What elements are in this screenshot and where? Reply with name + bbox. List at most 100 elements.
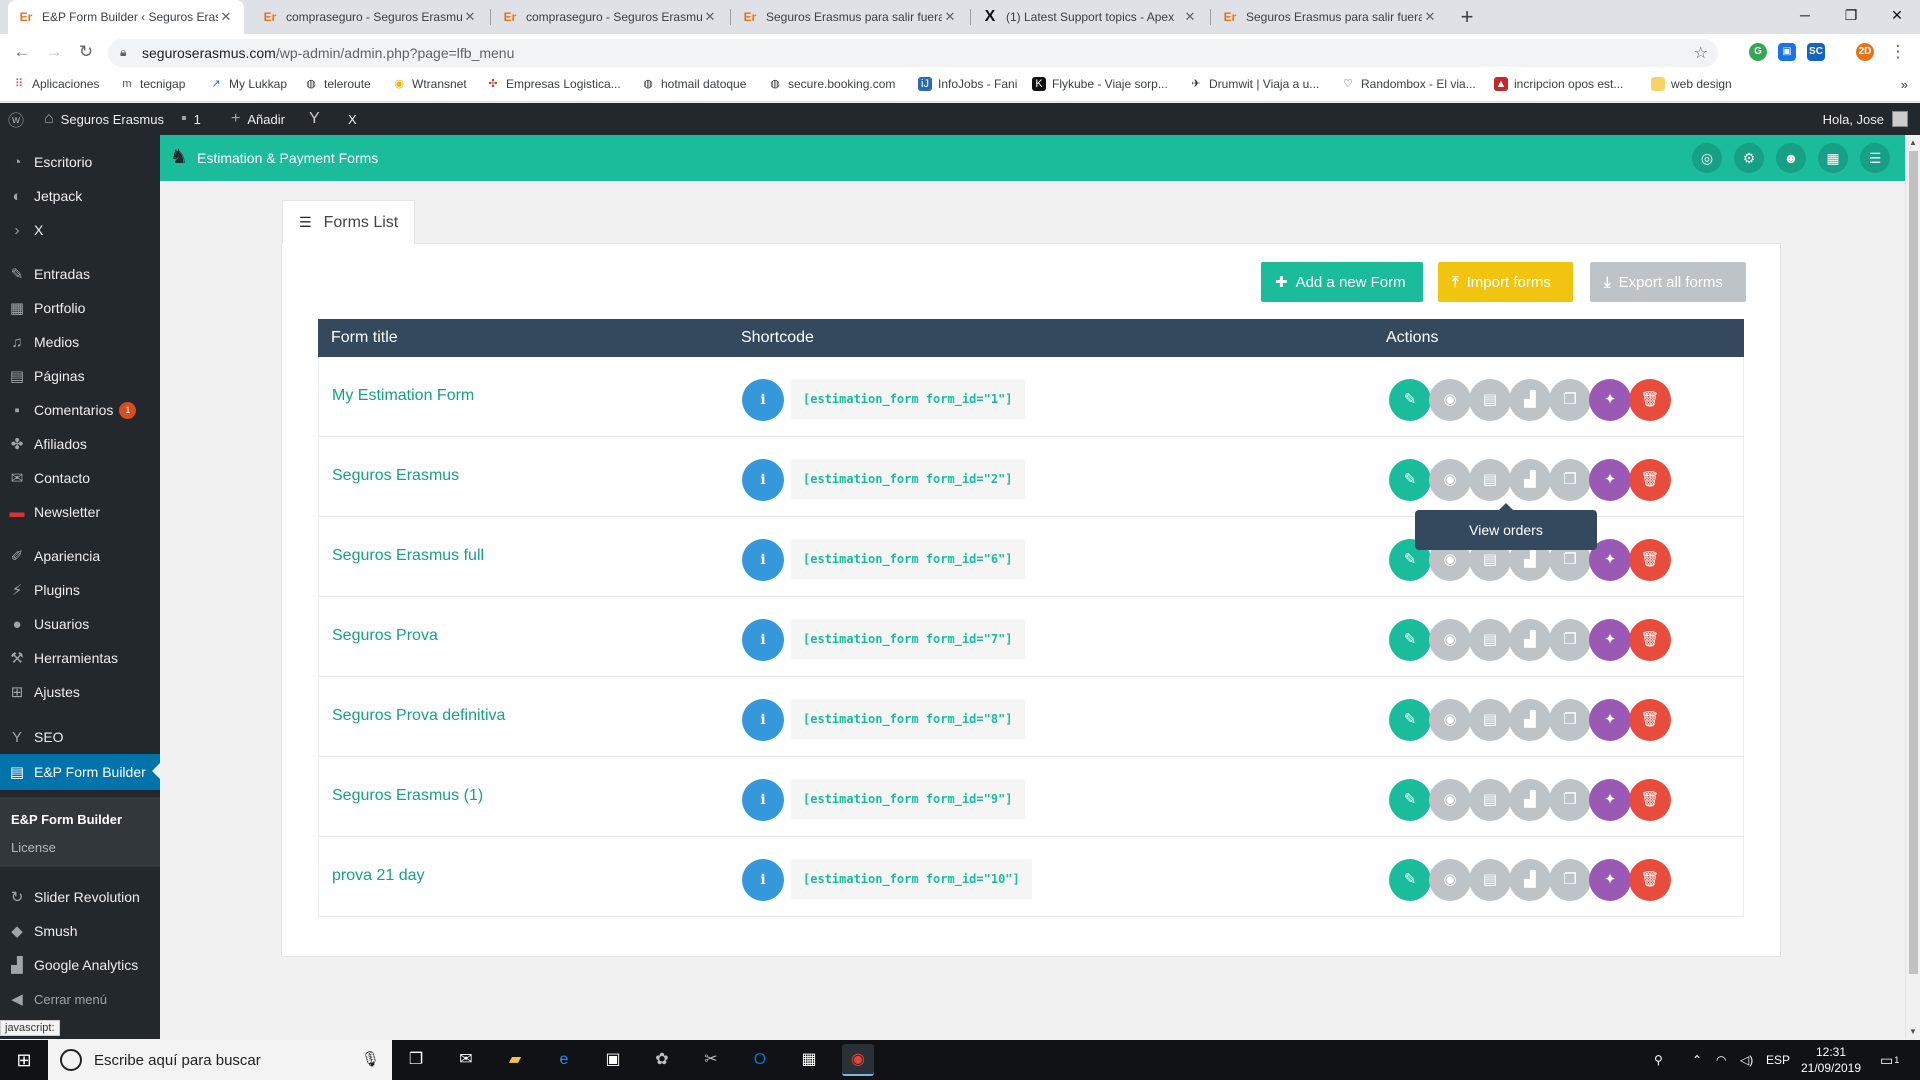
shortcode-info-icon[interactable]: i (742, 859, 784, 901)
view-orders-button[interactable]: ▤ (1469, 619, 1511, 661)
chrome-menu-icon[interactable]: ⋮ (1886, 40, 1910, 64)
bookmark-item[interactable]: ▲ incripcion opos est... (1494, 77, 1623, 91)
import-forms-button[interactable]: ⤒ Import forms (1438, 262, 1573, 302)
bookmark-item[interactable]: K Flykube - Viaje sorp... (1032, 77, 1168, 91)
shortcode-info-icon[interactable]: i (742, 779, 784, 821)
scroll-down-icon[interactable]: ▼ (1909, 1027, 1917, 1036)
edit-form-button[interactable]: ✎ (1389, 779, 1431, 821)
browser-tab[interactable]: Er E&P Form Builder ‹ Seguros Erasmus ✕ (8, 0, 244, 34)
sidebar-item-collapse[interactable]: ◀ Cerrar menú (0, 982, 160, 1016)
shortcode-text[interactable]: [estimation_form form_id="7"] (791, 619, 1025, 659)
users-icon[interactable]: ☻ (1776, 143, 1806, 173)
ai-wand-button[interactable]: ✦ (1589, 379, 1631, 421)
more-bookmarks-button[interactable]: » (1901, 77, 1908, 92)
sidebar-item-ep-form-builder[interactable]: ▤ E&P Form Builder (0, 754, 160, 790)
preview-form-button[interactable]: ◉ (1429, 619, 1471, 661)
sidebar-item-entradas[interactable]: ✎ Entradas (0, 257, 160, 291)
microphone-icon[interactable]: 🎙︎ (361, 1050, 380, 1068)
shortcode-text[interactable]: [estimation_form form_id="2"] (791, 459, 1025, 499)
windows-start-icon[interactable]: ⊞ (0, 1040, 48, 1080)
taskbar-search-input[interactable]: Escribe aquí para buscar 🎙︎ (48, 1040, 392, 1080)
shortcode-text[interactable]: [estimation_form form_id="9"] (791, 779, 1025, 819)
browser-tab[interactable]: Er Seguros Erasmus para salir fuera ✕ (1212, 0, 1448, 34)
snipping-icon[interactable]: ✂ (695, 1044, 727, 1076)
statistics-button[interactable]: ▟ (1509, 459, 1551, 501)
edit-form-button[interactable]: ✎ (1389, 859, 1431, 901)
submenu-item-ep-form-builder[interactable]: E&P Form Builder (11, 812, 122, 827)
taskbar-clock[interactable]: 12:31 21/09/2019 (1796, 1044, 1866, 1076)
shortcode-info-icon[interactable]: i (742, 699, 784, 741)
store-icon[interactable]: ▣ (597, 1044, 629, 1076)
chrome-icon[interactable]: ◉ (842, 1044, 874, 1076)
shortcode-text[interactable]: [estimation_form form_id="8"] (791, 699, 1025, 739)
browser-tab[interactable]: Er Seguros Erasmus para salir fuera ✕ (732, 0, 968, 34)
shortcode-info-icon[interactable]: i (742, 539, 784, 581)
sidebar-item-x[interactable]: › X (0, 213, 160, 247)
submenu-item-license[interactable]: License (11, 840, 56, 855)
back-icon[interactable]: ← (10, 40, 34, 64)
statistics-button[interactable]: ▟ (1509, 699, 1551, 741)
shortcode-info-icon[interactable]: i (742, 379, 784, 421)
form-title-link[interactable]: Seguros Prova (332, 627, 438, 645)
cast-extension-icon[interactable]: ▣ (1778, 43, 1796, 61)
sidebar-item-portfolio[interactable]: ▦ Portfolio (0, 291, 160, 325)
minimize-button[interactable]: ─ (1782, 0, 1828, 30)
edit-form-button[interactable]: ✎ (1389, 459, 1431, 501)
sidebar-item-plugins[interactable]: ⚡ Plugins (0, 573, 160, 607)
scrollbar-thumb[interactable] (1909, 151, 1918, 974)
form-title-link[interactable]: prova 21 day (332, 867, 425, 885)
yoast-icon[interactable]: Y (309, 103, 320, 135)
close-window-button[interactable]: ✕ (1874, 0, 1920, 30)
view-orders-button[interactable]: ▤ (1469, 459, 1511, 501)
delete-form-button[interactable]: 🗑︎ (1629, 619, 1671, 661)
scroll-up-icon[interactable]: ▲ (1909, 138, 1917, 147)
site-name-link[interactable]: ⌂ Seguros Erasmus (44, 103, 164, 135)
tab-close-icon[interactable]: ✕ (1422, 9, 1438, 25)
form-title-link[interactable]: Seguros Erasmus full (332, 547, 484, 565)
ai-wand-button[interactable]: ✦ (1589, 859, 1631, 901)
sidebar-item-escritorio[interactable]: ◔ Escritorio (0, 145, 160, 179)
preview-form-button[interactable]: ◉ (1429, 379, 1471, 421)
delete-form-button[interactable]: 🗑︎ (1629, 779, 1671, 821)
sidebar-item-ajustes[interactable]: ⊞ Ajustes (0, 675, 160, 709)
form-title-link[interactable]: Seguros Erasmus (1) (332, 787, 483, 805)
calendar-icon[interactable]: ▦ (1818, 143, 1848, 173)
sidebar-item-medios[interactable]: ♫ Medios (0, 325, 160, 359)
shortcode-text[interactable]: [estimation_form form_id="1"] (791, 379, 1025, 419)
wordpress-logo-icon[interactable]: ⓦ (8, 103, 24, 135)
preview-form-button[interactable]: ◉ (1429, 699, 1471, 741)
tab-close-icon[interactable]: ✕ (702, 9, 718, 25)
shortcode-info-icon[interactable]: i (742, 459, 784, 501)
browser-tab[interactable]: X (1) Latest Support topics - Apex ✕ (972, 0, 1208, 34)
duplicate-form-button[interactable]: ❐ (1549, 459, 1591, 501)
file-explorer-icon[interactable]: ▰ (499, 1044, 531, 1076)
forward-icon[interactable]: → (42, 40, 66, 64)
bookmark-item[interactable]: ◍ secure.booking.com (768, 77, 895, 91)
view-orders-button[interactable]: ▤ (1469, 859, 1511, 901)
x-menu-link[interactable]: X (348, 103, 357, 135)
calculator-icon[interactable]: ▦ (793, 1044, 825, 1076)
preview-form-button[interactable]: ◉ (1429, 459, 1471, 501)
eye-slash-icon[interactable]: ◎ (1692, 143, 1722, 173)
delete-form-button[interactable]: 🗑︎ (1629, 459, 1671, 501)
ai-wand-button[interactable]: ✦ (1589, 779, 1631, 821)
delete-form-button[interactable]: 🗑︎ (1629, 859, 1671, 901)
sidebar-item-paginas[interactable]: ▤ Páginas (0, 359, 160, 393)
duplicate-form-button[interactable]: ❐ (1549, 699, 1591, 741)
sidebar-item-contacto[interactable]: ✉ Contacto (0, 461, 160, 495)
bookmark-item[interactable]: ♡ Randombox - El via... (1341, 77, 1476, 91)
sidebar-item-jetpack[interactable]: ◐ Jetpack (0, 179, 160, 213)
language-indicator[interactable]: ESP (1766, 1040, 1790, 1080)
mail-app-icon[interactable]: ✉ (450, 1044, 482, 1076)
preview-form-button[interactable]: ◉ (1429, 859, 1471, 901)
notifications-icon[interactable]: ▭ 1 (1880, 1040, 1899, 1080)
tab-close-icon[interactable]: ✕ (462, 9, 478, 25)
statistics-button[interactable]: ▟ (1509, 859, 1551, 901)
bookmark-item[interactable]: ↗ My Lukkap (209, 77, 287, 91)
user-greeting[interactable]: Hola, Jose (1823, 103, 1908, 135)
ai-wand-button[interactable]: ✦ (1589, 459, 1631, 501)
sidebar-item-seo[interactable]: Y SEO (0, 720, 160, 754)
sidebar-item-slider-revolution[interactable]: ↻ Slider Revolution (0, 880, 160, 914)
delete-form-button[interactable]: 🗑︎ (1629, 379, 1671, 421)
shortcode-text[interactable]: [estimation_form form_id="10"] (791, 859, 1032, 899)
